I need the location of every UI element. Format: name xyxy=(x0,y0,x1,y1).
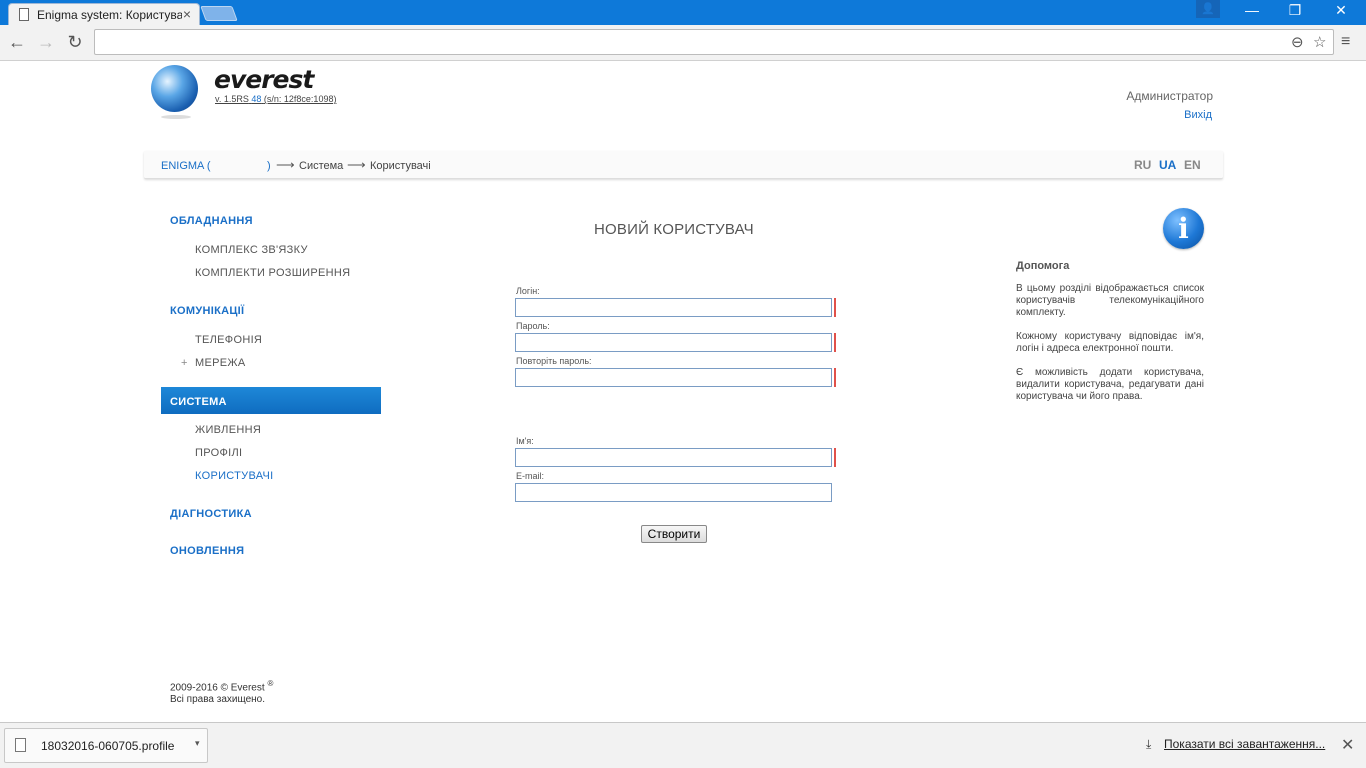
lang-ru[interactable]: RU xyxy=(1134,158,1151,172)
registered-mark: ® xyxy=(267,679,274,688)
sidebar-item-power[interactable]: ЖИВЛЕННЯ xyxy=(195,424,261,436)
version-serial: (s/n: 12f8ce:1098) xyxy=(263,94,337,104)
download-file-name[interactable]: 18032016-060705.profile xyxy=(41,739,174,753)
download-item[interactable]: 18032016-060705.profile ▾ xyxy=(4,728,208,763)
file-icon xyxy=(15,738,26,752)
close-window-button[interactable]: ✕ xyxy=(1321,2,1361,19)
logo-text: everest xyxy=(214,65,314,94)
rights-reserved: Всі права захищено. xyxy=(170,694,266,706)
page-title: НОВИЙ КОРИСТУВАЧ xyxy=(594,221,754,238)
new-tab-button[interactable] xyxy=(200,6,238,21)
browser-menu-icon[interactable]: ≡ xyxy=(1341,33,1350,51)
breadcrumb-arrow-icon: ⟶ xyxy=(347,157,366,172)
minimize-button[interactable]: — xyxy=(1232,2,1272,18)
zoom-icon[interactable]: ⊖ xyxy=(1291,33,1304,51)
lang-en[interactable]: EN xyxy=(1184,158,1201,172)
show-all-downloads-link[interactable]: Показати всі завантаження... xyxy=(1164,737,1325,751)
login-label: Логін: xyxy=(516,286,540,296)
password-input[interactable] xyxy=(515,333,832,352)
version-number[interactable]: 48 xyxy=(251,94,261,104)
email-input[interactable] xyxy=(515,483,832,502)
restore-button[interactable]: ❐ xyxy=(1275,2,1315,19)
chevron-down-icon[interactable]: ▾ xyxy=(195,738,200,749)
browser-titlebar: Enigma system: Користувачі × 👤 — ❐ ✕ xyxy=(0,0,1366,25)
sidebar-item-network[interactable]: МЕРЕЖА xyxy=(195,357,245,369)
sidebar-item-users[interactable]: КОРИСТУВАЧІ xyxy=(195,470,274,482)
logout-link[interactable]: Вихід xyxy=(1184,109,1212,121)
breadcrumb-arrow-icon: ⟶ xyxy=(276,157,295,172)
required-marker xyxy=(834,333,836,352)
login-input[interactable] xyxy=(515,298,832,317)
help-paragraph: Кожному користувачу відповідає ім'я, лог… xyxy=(1016,331,1204,354)
sidebar-item-expansion-kits[interactable]: КОМПЛЕКТИ РОЗШИРЕННЯ xyxy=(195,267,350,279)
copyright: 2009-2016 © Everest xyxy=(170,682,265,694)
user-profile-icon[interactable]: 👤 xyxy=(1196,0,1220,18)
download-bar: 18032016-060705.profile ▾ ⤓ Показати всі… xyxy=(0,722,1366,768)
help-title: Допомога xyxy=(1016,260,1070,272)
logo-globe-icon xyxy=(151,65,198,119)
footer: 2009-2016 © Everest ® Всі права захищено… xyxy=(170,678,273,706)
close-icon[interactable]: ✕ xyxy=(1341,735,1354,755)
name-label: Ім'я: xyxy=(516,436,534,446)
sidebar-item-comm-complex[interactable]: КОМПЛЕКС ЗВ'ЯЗКУ xyxy=(195,244,308,256)
tab-close-icon[interactable]: × xyxy=(183,6,191,22)
sidebar-equipment[interactable]: ОБЛАДНАННЯ xyxy=(170,215,253,227)
help-paragraph: В цьому розділі відображається список ко… xyxy=(1016,283,1204,318)
required-marker xyxy=(834,368,836,387)
address-bar[interactable]: ⊖ ☆ xyxy=(94,29,1334,55)
help-paragraph: Є можливість додати користувача, видалит… xyxy=(1016,367,1204,402)
reload-button[interactable]: ↻ xyxy=(64,32,86,52)
current-user: Администратор xyxy=(1126,89,1213,103)
tab-title: Enigma system: Користувачі xyxy=(37,8,182,22)
sidebar-item-telephony[interactable]: ТЕЛЕФОНІЯ xyxy=(195,334,262,346)
required-marker xyxy=(834,298,836,317)
email-label: E-mail: xyxy=(516,471,545,481)
repeat-password-input[interactable] xyxy=(515,368,832,387)
page-content: everest v. 1.5RS 48 (s/n: 12f8ce:1098) А… xyxy=(0,62,1366,722)
browser-toolbar: ← → ↻ ⊖ ☆ ≡ xyxy=(0,25,1366,61)
breadcrumb-root[interactable]: ENIGMA ( xyxy=(161,160,211,172)
required-marker xyxy=(834,448,836,467)
version-link[interactable]: v. 1.5RS 48 (s/n: 12f8ce:1098) xyxy=(215,94,336,104)
browser-tab[interactable]: Enigma system: Користувачі × xyxy=(8,3,200,25)
create-button[interactable]: Створити xyxy=(641,525,707,543)
repeat-password-label: Повторіть пароль: xyxy=(516,356,592,366)
breadcrumb-system[interactable]: Система xyxy=(299,160,343,172)
breadcrumb-users: Користувачі xyxy=(370,160,431,172)
sidebar-updates[interactable]: ОНОВЛЕННЯ xyxy=(170,545,244,557)
page-icon xyxy=(19,8,29,21)
info-icon: i xyxy=(1163,208,1204,249)
expand-plus-icon[interactable]: + xyxy=(181,357,187,369)
password-label: Пароль: xyxy=(516,321,550,331)
back-button[interactable]: ← xyxy=(6,32,28,52)
breadcrumb-root-close: ) xyxy=(267,160,271,172)
sidebar-system[interactable]: СИСТЕМА xyxy=(161,387,381,414)
bookmark-star-icon[interactable]: ☆ xyxy=(1313,33,1326,51)
sidebar-diagnostics[interactable]: ДІАГНОСТИКА xyxy=(170,508,252,520)
forward-button[interactable]: → xyxy=(35,32,57,52)
sidebar-item-profiles[interactable]: ПРОФІЛІ xyxy=(195,447,242,459)
download-icon: ⤓ xyxy=(1146,737,1152,751)
sidebar-communications[interactable]: КОМУНІКАЦІЇ xyxy=(170,305,244,317)
name-input[interactable] xyxy=(515,448,832,467)
lang-ua[interactable]: UA xyxy=(1159,158,1176,172)
version-prefix: v. 1.5RS xyxy=(215,94,249,104)
breadcrumb: ENIGMA ( ) ⟶ Система ⟶ Користувачі RU UA… xyxy=(144,151,1223,179)
